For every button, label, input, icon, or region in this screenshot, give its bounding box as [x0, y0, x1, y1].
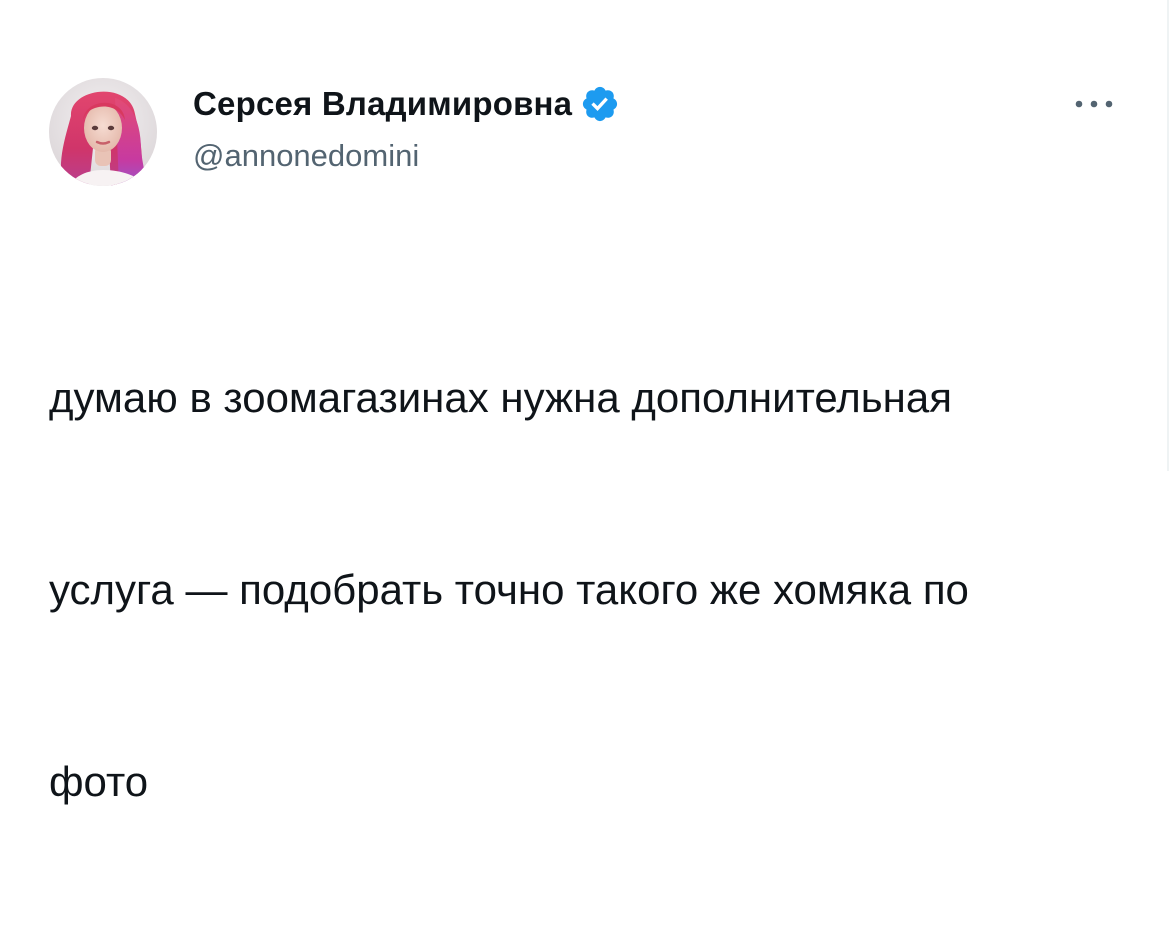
author-name-row: Серсея Владимировна [193, 82, 620, 126]
author-handle[interactable]: @annonedomini [193, 138, 419, 174]
tweet-text: думаю в зоомагазинах нужна дополнительна… [49, 238, 1139, 942]
verified-badge-icon[interactable] [580, 84, 620, 124]
tweet-card: Серсея Владимировна @annonedomini думаю … [0, 0, 1169, 805]
avatar-photo-icon [49, 78, 157, 186]
more-options-icon [1075, 100, 1113, 108]
author-display-name[interactable]: Серсея Владимировна [193, 85, 572, 123]
more-options-button[interactable] [1068, 90, 1120, 118]
tweet-text-line: фото [49, 758, 149, 805]
author-avatar[interactable] [49, 78, 157, 186]
tweet-text-line: услуга — подобрать точно такого же хомяк… [49, 566, 969, 613]
tweet-text-line: думаю в зоомагазинах нужна дополнительна… [49, 374, 952, 421]
